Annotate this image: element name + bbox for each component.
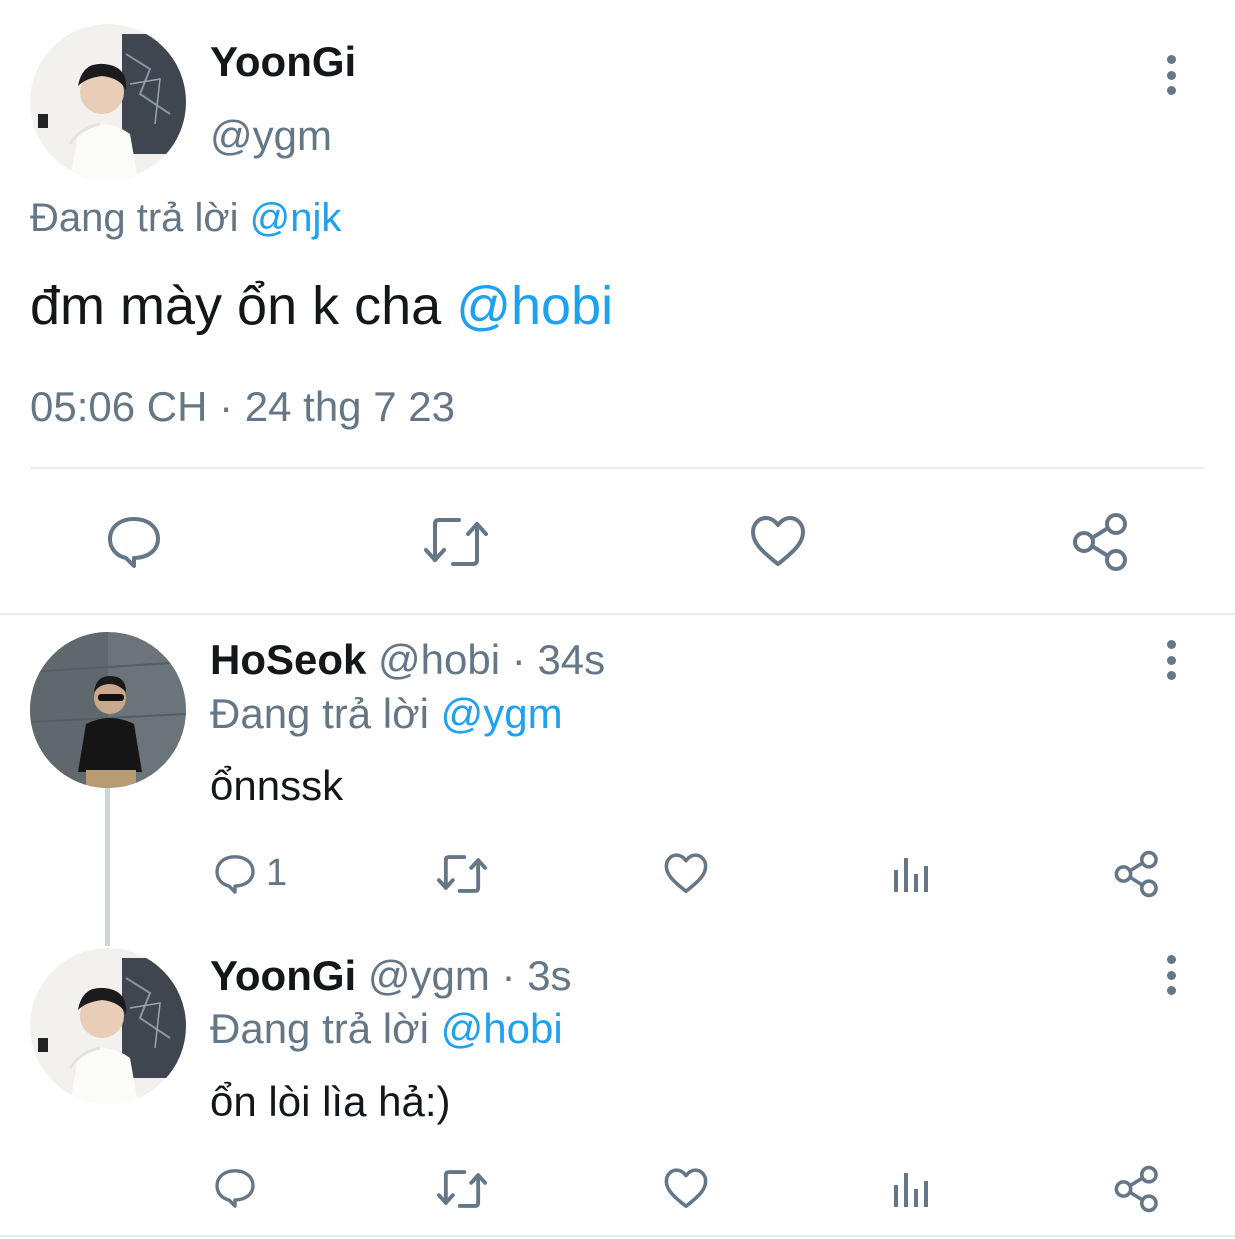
replying-to-mention[interactable]: @njk — [250, 196, 342, 240]
reply-icon — [215, 1169, 255, 1208]
reply-text: ổnnssk — [210, 762, 344, 809]
share-icon — [1073, 513, 1127, 571]
tweet-text: đm mày ổn k cha @hobi — [30, 275, 613, 337]
replying-to: Đang trả lời @hobi — [210, 1005, 563, 1053]
divider — [30, 467, 1204, 469]
divider — [0, 1235, 1235, 1237]
reply-icon — [108, 517, 160, 568]
author-name[interactable]: YoonGi — [210, 952, 356, 999]
share-button[interactable] — [1114, 850, 1160, 898]
reply-header: YoonGi @ygm · 3s — [210, 952, 572, 1000]
like-button[interactable] — [664, 852, 708, 896]
avatar[interactable] — [30, 632, 186, 788]
analytics-button[interactable] — [892, 1171, 932, 1209]
retweet-button[interactable] — [436, 854, 488, 894]
replying-to-mention[interactable]: @hobi — [441, 1005, 563, 1052]
analytics-button[interactable] — [892, 856, 932, 894]
reply-button[interactable]: 1 — [214, 852, 287, 895]
reply-count: 1 — [266, 852, 288, 894]
retweet-icon — [437, 1170, 487, 1208]
avatar[interactable] — [30, 948, 186, 1104]
author-name[interactable]: HoSeok — [210, 636, 366, 683]
reply-button[interactable] — [106, 514, 162, 570]
replying-to-mention[interactable]: @ygm — [441, 690, 563, 737]
more-options-icon[interactable] — [1156, 955, 1186, 995]
reply-time[interactable]: 3s — [527, 952, 571, 999]
more-options-icon[interactable] — [1156, 55, 1186, 95]
author-handle[interactable]: @ygm — [368, 952, 490, 999]
avatar-photo-icon — [30, 24, 186, 180]
retweet-icon — [424, 518, 488, 566]
separator: · — [511, 636, 526, 683]
reply-time[interactable]: 34s — [537, 636, 605, 683]
divider — [0, 613, 1235, 615]
replying-to: Đang trả lời @ygm — [210, 690, 563, 738]
tweet-text-body: đm mày ổn k cha — [30, 276, 442, 336]
thread-connector-line — [105, 788, 110, 946]
avatar[interactable] — [30, 24, 186, 180]
retweet-button[interactable] — [436, 1169, 488, 1209]
like-icon — [751, 516, 805, 566]
retweet-icon — [437, 855, 487, 893]
separator: · — [501, 952, 516, 999]
author-handle[interactable]: @hobi — [378, 636, 500, 683]
reply-header: HoSeok @hobi · 34s — [210, 636, 605, 684]
author-name[interactable]: YoonGi — [210, 38, 356, 86]
avatar-photo-icon — [30, 632, 186, 788]
share-button[interactable] — [1114, 1165, 1160, 1213]
reply-icon — [215, 854, 255, 894]
reply-text: ổn lòi lìa hả:) — [210, 1078, 451, 1125]
share-button[interactable] — [1072, 512, 1130, 572]
avatar-photo-icon — [30, 948, 186, 1104]
author-handle[interactable]: @ygm — [210, 112, 332, 160]
share-icon — [1114, 1165, 1158, 1213]
like-button[interactable] — [750, 514, 806, 570]
analytics-icon — [894, 1173, 928, 1207]
reply-button[interactable] — [214, 1167, 256, 1209]
like-button[interactable] — [664, 1167, 708, 1211]
replying-prefix: Đang trả lời — [210, 690, 429, 737]
retweet-button[interactable] — [423, 516, 489, 568]
tweet-mention[interactable]: @hobi — [456, 276, 613, 336]
replying-to: Đang trả lời @njk — [30, 196, 341, 241]
replying-prefix: Đang trả lời — [210, 1005, 429, 1052]
analytics-icon — [894, 858, 928, 892]
tweet-timestamp[interactable]: 05:06 CH · 24 thg 7 23 — [30, 383, 455, 431]
like-icon — [664, 1168, 708, 1209]
replying-prefix: Đang trả lời — [30, 196, 239, 240]
more-options-icon[interactable] — [1156, 640, 1186, 680]
like-icon — [664, 853, 708, 894]
share-icon — [1114, 850, 1158, 898]
